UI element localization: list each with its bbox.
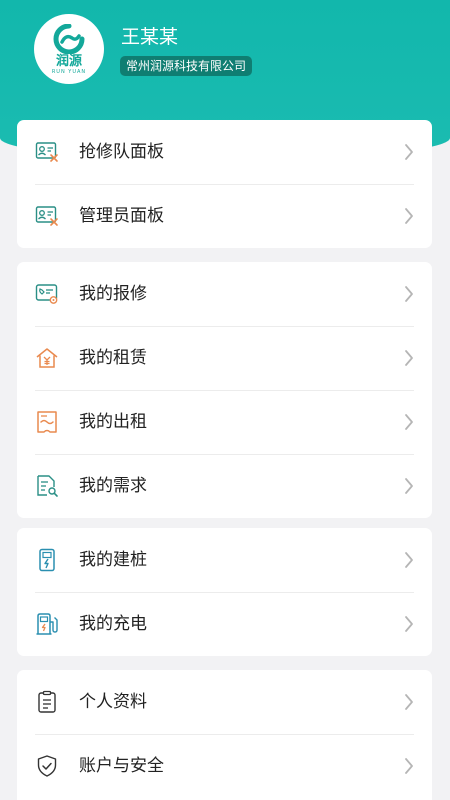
menu-item-label: 我的建桩 [79, 550, 147, 570]
menu-item-label: 我的需求 [79, 476, 147, 496]
menu-item-account-security[interactable]: 账户与安全 [17, 734, 432, 798]
rent-out-icon [37, 411, 57, 433]
menu-item-label: 我的出租 [79, 412, 147, 432]
menu-item-my-piles[interactable]: 我的建桩 [17, 528, 432, 592]
charging-pile-icon [39, 548, 55, 572]
id-card-wrench-icon [35, 206, 58, 226]
logo-subtext: RUN YUAN [51, 68, 87, 75]
menu-item-my-charging[interactable]: 我的充电 [17, 592, 432, 656]
menu-item-label: 抢修队面板 [79, 142, 164, 162]
menu-card-account: 个人资料 账户与安全 [17, 670, 432, 800]
chevron-right-icon [405, 616, 413, 632]
shield-check-icon [37, 755, 57, 777]
company-badge: 常州润源科技有限公司 [120, 56, 253, 76]
menu-item-label: 我的报修 [79, 284, 147, 304]
menu-card-panels: 抢修队面板 管理员面板 [17, 120, 432, 248]
menu-item-my-demands[interactable]: 我的需求 [17, 454, 432, 518]
chevron-right-icon [405, 758, 413, 774]
menu-item-label: 我的充电 [79, 614, 147, 634]
user-name: 王某某 [121, 26, 179, 48]
chevron-right-icon [405, 478, 413, 494]
chevron-right-icon [405, 350, 413, 366]
fuel-charge-icon [36, 613, 58, 635]
menu-item-label: 管理员面板 [79, 206, 164, 226]
chevron-right-icon [405, 144, 413, 160]
chevron-right-icon [405, 208, 413, 224]
menu-item-repair-team-panel[interactable]: 抢修队面板 [17, 120, 432, 184]
menu-item-my-rentals[interactable]: 我的租赁 [17, 326, 432, 390]
chevron-right-icon [405, 286, 413, 302]
menu-item-my-rent-out[interactable]: 我的出租 [17, 390, 432, 454]
repair-ticket-icon [35, 284, 58, 304]
id-card-wrench-icon [35, 142, 58, 162]
avatar[interactable]: 润源 RUN YUAN [34, 14, 104, 84]
menu-item-my-repairs[interactable]: 我的报修 [17, 262, 432, 326]
menu-item-label: 账户与安全 [79, 756, 164, 776]
chevron-right-icon [405, 414, 413, 430]
menu-card-charging: 我的建桩 我的充电 [17, 528, 432, 656]
chevron-right-icon [405, 552, 413, 568]
chevron-right-icon [405, 694, 413, 710]
logo-icon [53, 23, 85, 54]
menu-item-admin-panel[interactable]: 管理员面板 [17, 184, 432, 248]
menu-card-services: 我的报修 我的租赁 我的出租 我的需求 [17, 262, 432, 518]
document-search-icon [37, 475, 58, 497]
menu-item-label: 我的租赁 [79, 348, 147, 368]
logo-text: 润源 [55, 53, 82, 69]
menu-item-label: 个人资料 [79, 692, 147, 712]
clipboard-icon [38, 690, 56, 713]
menu-item-personal-info[interactable]: 个人资料 [17, 670, 432, 734]
house-yen-icon [36, 348, 58, 368]
